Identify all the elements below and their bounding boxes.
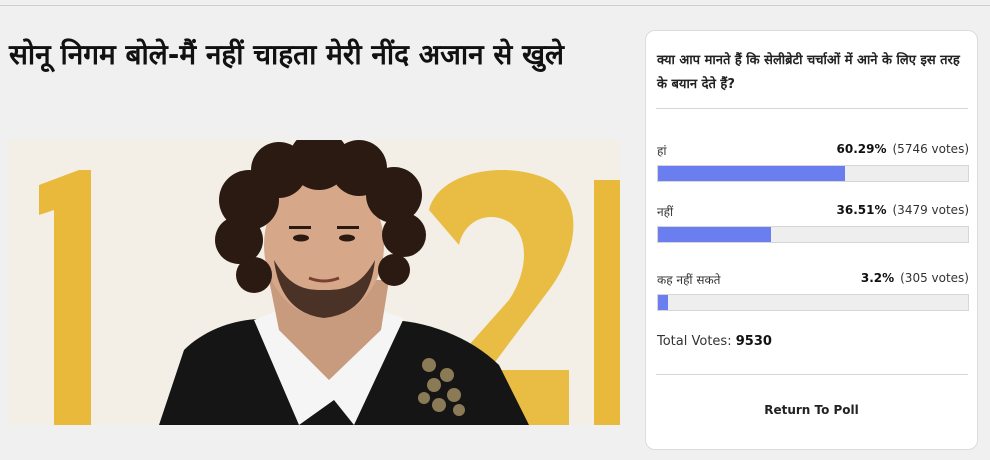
poll-option-stats: 36.51% (3479 votes) [837, 203, 969, 217]
poll-option-stats: 60.29% (5746 votes) [837, 142, 969, 156]
poll-result-bar-fill [658, 166, 845, 181]
poll-result-bar-fill [658, 227, 772, 242]
poll-divider [656, 374, 968, 375]
poll-option-stats: 3.2% (305 votes) [861, 271, 969, 285]
poll-option-label: कह नहीं सकते [657, 273, 721, 287]
article-headline[interactable]: सोनू निगम बोले-मैं नहीं चाहता मेरी नींद … [9, 30, 619, 80]
poll-option-percent: 3.2% [860, 271, 895, 285]
poll-option-votes: (305 votes) [900, 271, 969, 285]
poll-option-label: हां [657, 144, 667, 158]
top-divider [0, 5, 990, 6]
poll-option-label: नहीं [657, 205, 674, 219]
poll-result-bar-fill [658, 295, 668, 310]
poll-option-votes: (5746 votes) [892, 142, 970, 156]
poll-result-bar [657, 165, 969, 182]
poll-result-bar [657, 294, 969, 311]
poll-total-votes: Total Votes: 9530 [657, 334, 772, 349]
poll-option-votes: (3479 votes) [892, 203, 970, 217]
return-to-poll-link[interactable]: Return To Poll [646, 403, 977, 417]
poll-divider [656, 108, 968, 109]
poll-option-percent: 60.29% [836, 142, 887, 156]
poll-question: क्या आप मानते हैं कि सेलीब्रेटी चर्चाओं … [657, 53, 960, 92]
portrait-image [9, 140, 620, 425]
poll-total-value: 9530 [735, 334, 772, 349]
poll-widget: क्या आप मानते हैं कि सेलीब्रेटी चर्चाओं … [645, 30, 978, 450]
poll-result-bar [657, 226, 969, 243]
poll-option-percent: 36.51% [836, 203, 887, 217]
article-photo[interactable] [9, 140, 620, 425]
poll-total-label: Total Votes: [657, 334, 732, 349]
